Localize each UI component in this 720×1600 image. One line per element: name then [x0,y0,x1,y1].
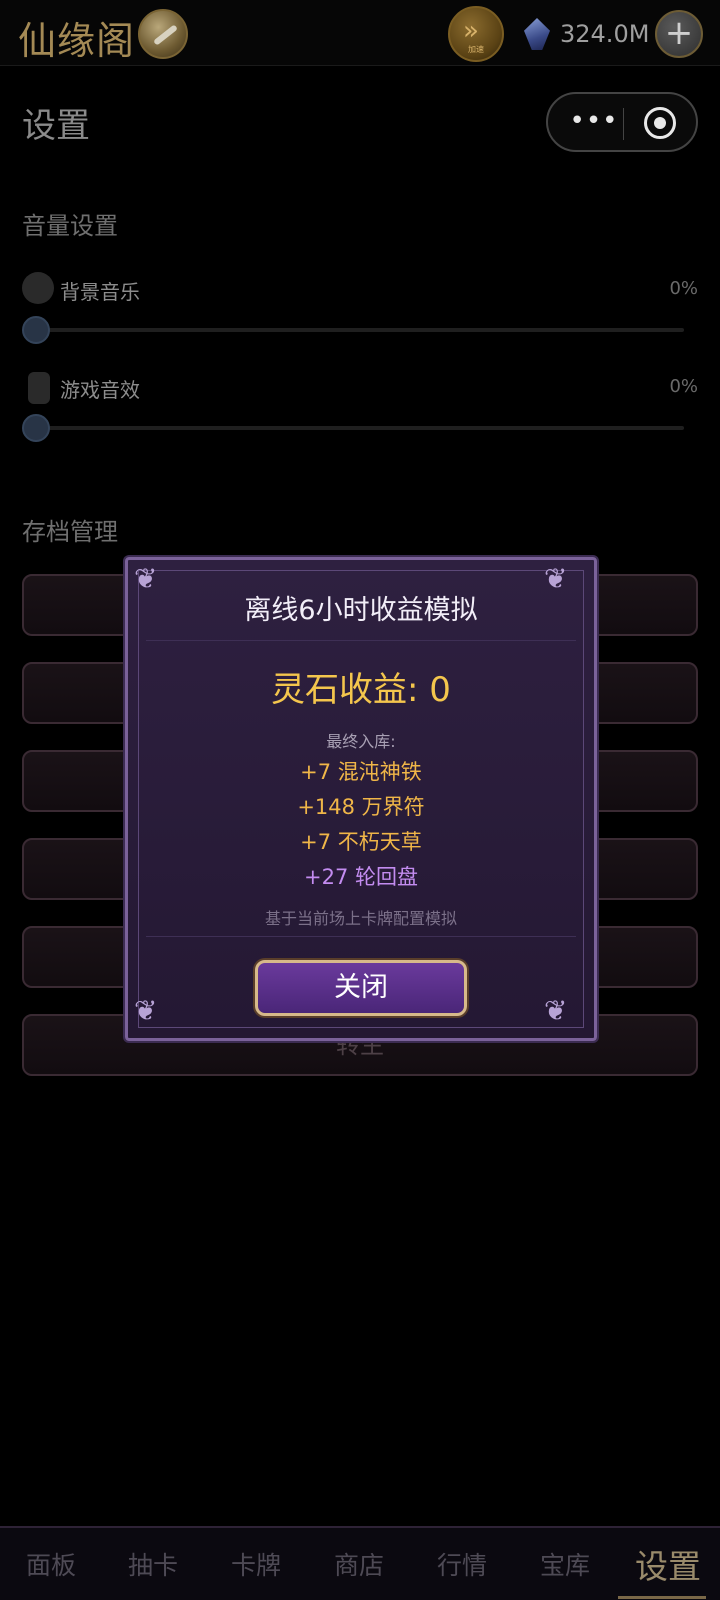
reward-item: +7 不朽天草 [300,830,422,854]
reward-item: +148 万界符 [297,795,425,819]
bell-icon [28,372,50,404]
simulation-footnote: 基于当前场上卡牌配置模拟 [264,909,457,928]
piano-icon [22,272,54,304]
modal-divider [146,640,576,641]
final-storage-label: 最终入库: [326,732,396,751]
nav-item-market[interactable]: 行情 [417,1546,507,1582]
speed-up-label: 加速 [468,45,484,54]
add-currency-button[interactable]: + [655,10,703,58]
nav-item-settings[interactable]: 设置 [623,1540,713,1588]
nav-item-cards[interactable]: 卡牌 [211,1546,301,1582]
sfx-slider-track[interactable] [34,426,684,430]
corner-ornament-icon: ❦ [544,994,568,1027]
more-dots-icon[interactable]: ••• [564,106,624,136]
music-slider-track[interactable] [34,328,684,332]
fast-forward-icon: » [463,16,479,46]
income-value: 灵石收益: 0 [271,670,451,710]
sfx-percent: 0% [669,376,698,397]
nav-item-draw[interactable]: 抽卡 [108,1546,198,1582]
speed-up-button[interactable]: » 加速 [448,6,504,62]
offline-income-modal: ❦ ❦ ❦ ❦ 离线6小时收益模拟 灵石收益: 0 最终入库: +7 混沌神铁 … [125,557,597,1041]
currency-value: 324.0M [560,20,650,48]
target-circle-icon[interactable] [644,107,676,139]
active-tab-indicator [618,1596,706,1599]
music-slider-knob[interactable] [22,316,50,344]
nav-item-panel[interactable]: 面板 [6,1546,96,1582]
corner-ornament-icon: ❦ [134,994,158,1027]
nav-item-shop[interactable]: 商店 [314,1546,404,1582]
plus-icon: + [664,13,694,53]
bottom-nav: 面板 抽卡 卡牌 商店 行情 宝库 设置 [0,1526,720,1600]
music-percent: 0% [669,278,698,299]
capsule-divider [623,108,624,140]
sfx-label: 游戏音效 [60,378,140,402]
volume-section-title: 音量设置 [22,212,118,240]
modal-title: 离线6小时收益模拟 [244,595,478,626]
reward-item: +27 轮回盘 [304,865,418,889]
nav-item-treasury[interactable]: 宝库 [520,1546,610,1582]
reward-item: +7 混沌神铁 [300,760,422,784]
mini-program-capsule: ••• [546,92,698,152]
sfx-slider-knob[interactable] [22,414,50,442]
top-bar: 仙缘阁 » 加速 324.0M + [0,0,720,66]
page-title: 设置 [22,106,90,146]
close-button[interactable]: 关闭 [255,960,467,1016]
spirit-gem-icon [524,18,550,50]
sword-coin-icon[interactable] [138,9,188,59]
modal-divider [146,936,576,937]
app-title: 仙缘阁 [18,19,136,63]
music-label: 背景音乐 [60,280,140,304]
save-section-title: 存档管理 [22,518,118,546]
